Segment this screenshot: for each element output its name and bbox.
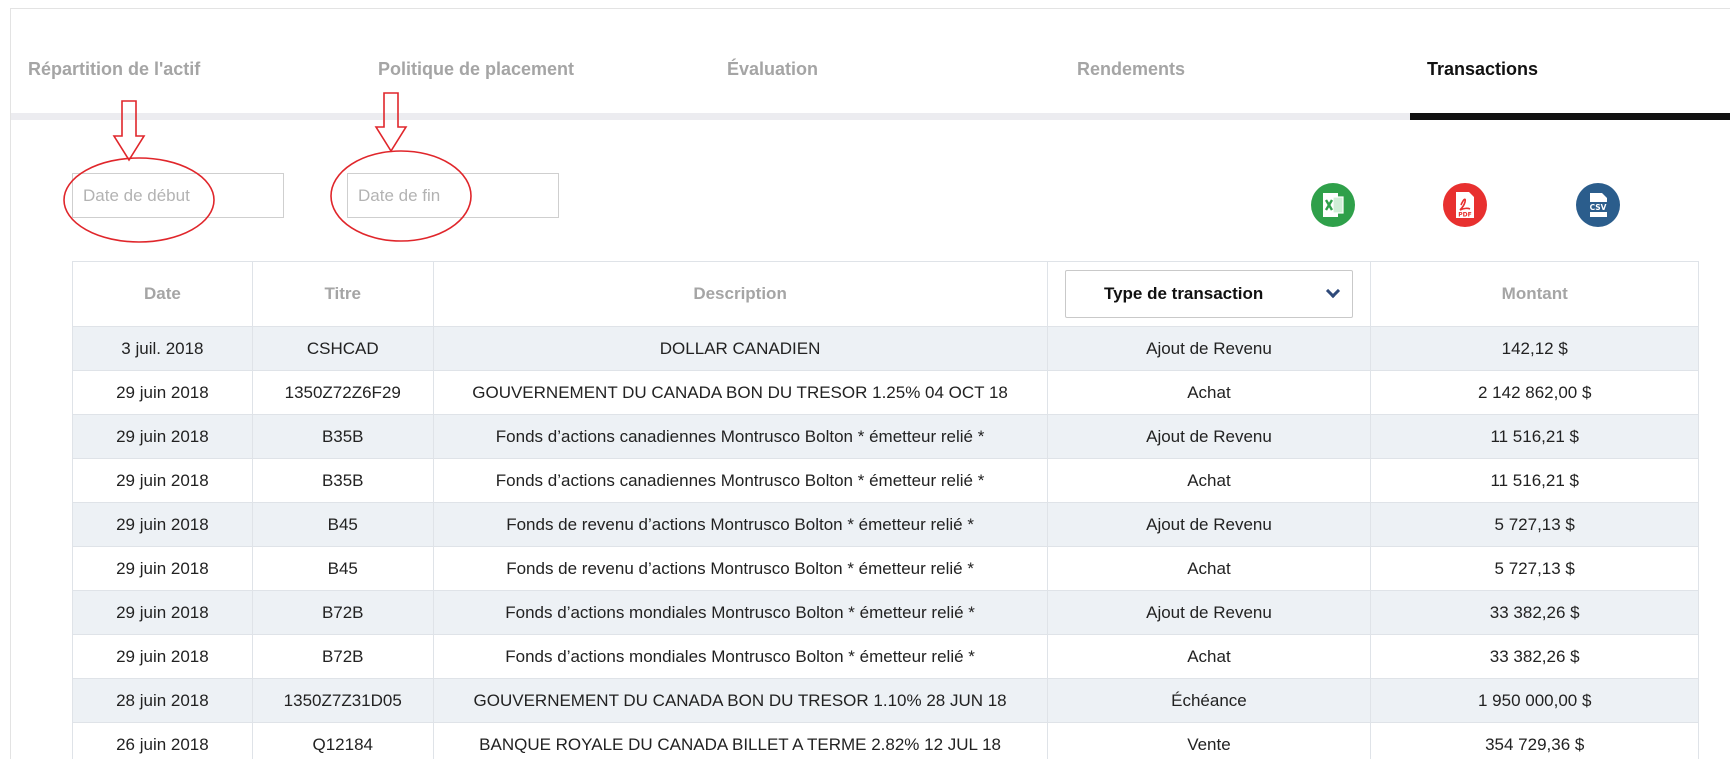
cell-type: Achat	[1046, 634, 1372, 679]
cell-titre: 1350Z7Z31D05	[251, 678, 434, 723]
table-body: 3 juil. 2018 CSHCAD DOLLAR CANADIEN Ajout d…	[72, 326, 1699, 759]
column-header-description[interactable]: Description	[432, 261, 1048, 327]
start-date-input[interactable]	[72, 173, 284, 218]
transaction-type-select[interactable]: Type de transaction	[1064, 270, 1353, 318]
table-row[interactable]: 29 juin 2018 1350Z72Z6F29 GOUVERNEMENT DU …	[72, 370, 1699, 415]
table-row[interactable]: 29 juin 2018 B35B Fonds d’actions canadien…	[72, 414, 1699, 459]
cell-date: 29 juin 2018	[72, 546, 253, 591]
tab-track	[11, 113, 1410, 120]
column-header-titre[interactable]: Titre	[251, 261, 434, 327]
excel-export-button[interactable]	[1311, 183, 1355, 227]
cell-date: 29 juin 2018	[72, 458, 253, 503]
cell-date: 29 juin 2018	[72, 414, 253, 459]
cell-type: Ajout de Revenu	[1046, 326, 1372, 371]
cell-type: Achat	[1046, 458, 1372, 503]
cell-type: Ajout de Revenu	[1046, 414, 1372, 459]
table-row[interactable]: 29 juin 2018 B72B Fonds d’actions mondiale…	[72, 590, 1699, 635]
cell-titre: B72B	[251, 634, 434, 679]
cell-montant: 11 516,21 $	[1370, 458, 1699, 503]
table-row[interactable]: 29 juin 2018 B45 Fonds de revenu d’actions…	[72, 502, 1699, 547]
cell-description: Fonds de revenu d’actions Montrusco Bolt…	[432, 502, 1048, 547]
transaction-type-label: Type de transaction	[1103, 284, 1264, 303]
tab-rendements[interactable]: Rendements	[1077, 59, 1185, 80]
table-header-row: Date Titre Description Type de transacti…	[72, 261, 1699, 327]
table-row[interactable]: 26 juin 2018 Q12184 BANQUE ROYALE DU CANAD…	[72, 722, 1699, 759]
cell-montant: 142,12 $	[1370, 326, 1699, 371]
cell-montant: 2 142 862,00 $	[1370, 370, 1699, 415]
cell-titre: 1350Z72Z6F29	[251, 370, 434, 415]
cell-description: Fonds d’actions canadiennes Montrusco Bo…	[432, 458, 1048, 503]
cell-description: GOUVERNEMENT DU CANADA BON DU TRESOR 1.2…	[432, 370, 1048, 415]
cell-description: Fonds d’actions mondiales Montrusco Bolt…	[432, 590, 1048, 635]
csv-icon: CSV	[1587, 193, 1609, 217]
pdf-icon: PDF	[1456, 192, 1474, 219]
cell-date: 29 juin 2018	[72, 634, 253, 679]
cell-date: 29 juin 2018	[72, 590, 253, 635]
tab-evaluation[interactable]: Évaluation	[727, 59, 818, 80]
cell-description: Fonds de revenu d’actions Montrusco Bolt…	[432, 546, 1048, 591]
cell-titre: B45	[251, 546, 434, 591]
cell-type: Ajout de Revenu	[1046, 502, 1372, 547]
svg-text:CSV: CSV	[1590, 203, 1607, 212]
excel-icon	[1323, 193, 1344, 217]
cell-titre: Q12184	[251, 722, 434, 759]
cell-date: 29 juin 2018	[72, 370, 253, 415]
table-row[interactable]: 29 juin 2018 B72B Fonds d’actions mondiale…	[72, 634, 1699, 679]
column-header-date[interactable]: Date	[72, 261, 253, 327]
cell-montant: 33 382,26 $	[1370, 634, 1699, 679]
cell-montant: 33 382,26 $	[1370, 590, 1699, 635]
cell-description: GOUVERNEMENT DU CANADA BON DU TRESOR 1.1…	[432, 678, 1048, 723]
table-row[interactable]: 29 juin 2018 B35B Fonds d’actions canadien…	[72, 458, 1699, 503]
cell-type: Achat	[1046, 370, 1372, 415]
cell-titre: CSHCAD	[251, 326, 434, 371]
cell-date: 28 juin 2018	[72, 678, 253, 723]
chevron-down-icon	[1325, 283, 1341, 299]
cell-titre: B35B	[251, 414, 434, 459]
active-tab-indicator	[1410, 113, 1730, 120]
cell-date: 29 juin 2018	[72, 502, 253, 547]
tab-politique-placement[interactable]: Politique de placement	[378, 59, 574, 80]
cell-type: Ajout de Revenu	[1046, 590, 1372, 635]
cell-description: Fonds d’actions canadiennes Montrusco Bo…	[432, 414, 1048, 459]
pdf-export-button[interactable]: PDF	[1443, 183, 1487, 227]
tab-transactions[interactable]: Transactions	[1427, 59, 1538, 80]
cell-montant: 1 950 000,00 $	[1370, 678, 1699, 723]
svg-text:PDF: PDF	[1458, 212, 1471, 219]
cell-date: 3 juil. 2018	[72, 326, 253, 371]
cell-type: Échéance	[1046, 678, 1372, 723]
end-date-input[interactable]	[347, 173, 559, 218]
cell-titre: B35B	[251, 458, 434, 503]
cell-montant: 11 516,21 $	[1370, 414, 1699, 459]
cell-description: DOLLAR CANADIEN	[432, 326, 1048, 371]
cell-type: Achat	[1046, 546, 1372, 591]
column-header-type: Type de transaction	[1046, 261, 1372, 327]
cell-montant: 354 729,36 $	[1370, 722, 1699, 759]
cell-titre: B72B	[251, 590, 434, 635]
table-row[interactable]: 28 juin 2018 1350Z7Z31D05 GOUVERNEMENT DU …	[72, 678, 1699, 723]
cell-montant: 5 727,13 $	[1370, 502, 1699, 547]
cell-date: 26 juin 2018	[72, 722, 253, 759]
table-row[interactable]: 29 juin 2018 B45 Fonds de revenu d’actions…	[72, 546, 1699, 591]
csv-export-button[interactable]: CSV	[1576, 183, 1620, 227]
cell-montant: 5 727,13 $	[1370, 546, 1699, 591]
table-row[interactable]: 3 juil. 2018 CSHCAD DOLLAR CANADIEN Ajout d…	[72, 326, 1699, 371]
cell-type: Vente	[1046, 722, 1372, 759]
column-header-montant[interactable]: Montant	[1370, 261, 1699, 327]
tab-repartition-actif[interactable]: Répartition de l'actif	[28, 59, 200, 80]
cell-titre: B45	[251, 502, 434, 547]
cell-description: BANQUE ROYALE DU CANADA BILLET A TERME 2…	[432, 722, 1048, 759]
cell-description: Fonds d’actions mondiales Montrusco Bolt…	[432, 634, 1048, 679]
transactions-table: Date Titre Description Type de transacti…	[72, 261, 1699, 759]
tab-bar: Répartition de l'actif Politique de plac…	[11, 9, 1730, 121]
